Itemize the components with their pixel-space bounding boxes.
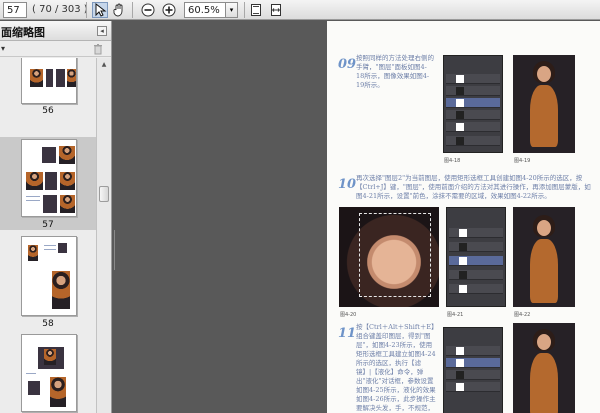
panel-splitter-handle[interactable] xyxy=(113,230,116,270)
page-thumbnail-56[interactable] xyxy=(21,58,77,104)
layers-panel-figure-23 xyxy=(443,327,503,413)
portrait-photo-19 xyxy=(513,55,575,153)
layers-panel-figure-18 xyxy=(443,55,503,153)
toolbar-separator xyxy=(86,2,87,18)
step-text-09: 按照同样的方法处理右侧的手臂，"图层"面板如图4-18所示，图像效果如图4-19… xyxy=(356,54,434,89)
zoom-level-input[interactable]: 60.5% xyxy=(184,2,226,18)
portrait-photo-22 xyxy=(513,207,575,307)
figure-label: 图4-19 xyxy=(514,158,531,164)
zoom-out-icon[interactable] xyxy=(140,2,156,18)
page-thumbnail-58[interactable] xyxy=(21,236,77,316)
step-text-10: 再次选择"图层2"为当前图层，使用矩形选框工具创建如图4-20所示的选区，按【C… xyxy=(356,174,591,200)
toolbar-separator xyxy=(244,2,245,18)
figure-label: 图4-21 xyxy=(447,312,464,318)
fit-width-icon[interactable] xyxy=(268,2,284,18)
thumbnail-label: 58 xyxy=(42,319,54,329)
panel-header: 面缩略图 ◂ xyxy=(0,21,111,41)
step-number-10: 10 xyxy=(338,177,357,192)
thumbnail-label: 57 xyxy=(42,220,54,230)
selection-marquee xyxy=(359,213,431,297)
figure-label: 图4-18 xyxy=(444,158,461,164)
page-thumbnail-57[interactable] xyxy=(21,139,77,217)
pdf-page: 09 按照同样的方法处理右侧的手臂，"图层"面板如图4-18所示，图像效果如图4… xyxy=(327,21,600,413)
thumbnail-scrollbar[interactable]: ▲ xyxy=(96,58,111,413)
thumbnail-label: 56 xyxy=(42,106,54,116)
portrait-photo-24 xyxy=(513,323,575,413)
zoom-in-icon[interactable] xyxy=(161,2,177,18)
panel-title: 面缩略图 xyxy=(1,26,45,39)
step-text-11: 按【Ctrl＋Alt＋Shift＋E】组合键盖印图层，得到"图层"，如图4-23… xyxy=(356,323,436,412)
toolbar-separator xyxy=(132,2,133,18)
select-arrow-icon[interactable] xyxy=(92,2,108,18)
zoom-dropdown-button[interactable]: ▾ xyxy=(226,2,238,18)
step-number-11: 11 xyxy=(338,326,357,341)
scroll-up-icon[interactable]: ▲ xyxy=(99,60,109,70)
page-total-label: ( 70 / 303 ) xyxy=(32,4,88,15)
options-dropdown-icon[interactable]: ▾ xyxy=(1,44,5,53)
hand-tool-icon[interactable] xyxy=(111,2,127,18)
face-photo-20 xyxy=(339,207,439,307)
thumbnail-list[interactable]: 56 57 58 xyxy=(0,58,96,413)
panel-collapse-button[interactable]: ◂ xyxy=(97,26,107,36)
document-view[interactable]: 09 按照同样的方法处理右侧的手臂，"图层"面板如图4-18所示，图像效果如图4… xyxy=(113,21,600,413)
page-thumbnail-59[interactable] xyxy=(21,334,77,412)
fit-page-icon[interactable] xyxy=(248,2,264,18)
toolbar: 57 ( 70 / 303 ) 60.5% ▾ xyxy=(0,0,600,20)
page-number-input[interactable]: 57 xyxy=(3,2,27,18)
page-thumbnails-panel: 面缩略图 ◂ ▾ 56 57 58 ▲ xyxy=(0,21,112,413)
layers-panel-figure-21 xyxy=(446,207,506,307)
step-number-09: 09 xyxy=(338,57,357,72)
figure-label: 图4-22 xyxy=(514,312,531,318)
panel-toolbar: ▾ xyxy=(0,41,111,57)
scroll-thumb[interactable] xyxy=(99,186,109,202)
trash-icon[interactable] xyxy=(92,43,104,55)
figure-label: 图4-20 xyxy=(340,312,357,318)
